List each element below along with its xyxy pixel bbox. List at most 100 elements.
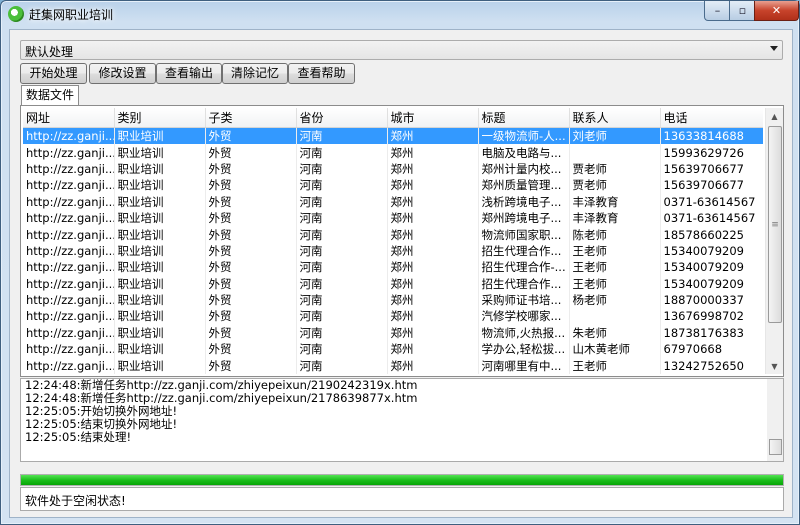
table-cell: 郑州质量管理...: [478, 177, 570, 194]
table-cell: 河南: [296, 291, 388, 309]
table-cell: 外贸: [205, 127, 297, 145]
table-cell: 外贸: [205, 357, 297, 374]
table-row[interactable]: http://zz.ganji... 职业培训 外贸 河南 郑州 郑州计量内校... 贾老师…: [23, 160, 763, 178]
table-row[interactable]: http://zz.ganji... 职业培训 外贸 河南 郑州 招生代理合作... 王老师…: [23, 242, 763, 260]
table-row[interactable]: http://zz.ganji... 职业培训 外贸 河南 郑州 一级物流师-人... 刘老…: [23, 127, 763, 145]
column-header[interactable]: 城市: [387, 108, 479, 128]
table-cell: http://zz.ganji...: [23, 193, 115, 210]
table-cell: 刘老师: [569, 127, 661, 145]
table-cell: 招生代理合作-...: [478, 259, 570, 276]
table-cell: http://zz.ganji...: [23, 242, 115, 260]
app-window: 赶集网职业培训 – ▫ ✕ 默认处理 开始处理 修改设置 查看输出 清除记忆 查…: [0, 0, 800, 525]
table-row[interactable]: http://zz.ganji... 职业培训 外贸 河南 郑州 郑州跨境电子... 丰泽教…: [23, 209, 763, 227]
table-row[interactable]: http://zz.ganji... 职业培训 外贸 河南 郑州 物流师,火热报... 朱老…: [23, 324, 763, 342]
table-row[interactable]: http://zz.ganji... 职业培训 外贸 河南 郑州 郑州质量管理... 贾老师…: [23, 177, 763, 194]
table-cell: 职业培训: [114, 160, 206, 178]
data-grid[interactable]: 网址 类别 子类 省份 城市 标题 联系人 电话 http://zz.ganji…: [23, 108, 763, 374]
log-scroll-thumb[interactable]: [769, 439, 782, 455]
table-cell: 河南: [296, 209, 388, 227]
log-line: 12:25:05:结束处理!: [25, 430, 132, 444]
table-cell: 郑州: [387, 209, 479, 227]
table-cell: 0371-63614567: [660, 193, 763, 210]
table-cell: 郑州: [387, 341, 479, 358]
table-row[interactable]: http://zz.ganji... 职业培训 外贸 河南 郑州 电脑及电路与... 159…: [23, 144, 763, 161]
table-cell: 王老师: [569, 275, 661, 292]
table-cell: 郑州: [387, 324, 479, 342]
table-cell: http://zz.ganji...: [23, 291, 115, 309]
table-cell: 汽修学校哪家...: [478, 308, 570, 325]
table-row[interactable]: http://zz.ganji... 职业培训 外贸 河南 郑州 物流师国家职... 陈老师…: [23, 226, 763, 243]
table-cell: http://zz.ganji...: [23, 209, 115, 227]
table-cell: 15639706677: [660, 177, 763, 194]
table-cell: 河南: [296, 242, 388, 260]
table-cell: 丰泽教育: [569, 193, 661, 210]
minimize-button[interactable]: –: [704, 1, 731, 21]
column-header[interactable]: 类别: [114, 108, 206, 128]
mode-select[interactable]: 默认处理: [20, 40, 783, 60]
maximize-button[interactable]: ▫: [729, 1, 756, 21]
start-button[interactable]: 开始处理: [20, 63, 87, 84]
table-cell: 王老师: [569, 242, 661, 260]
column-header[interactable]: 电话: [660, 108, 763, 128]
table-cell: 职业培训: [114, 193, 206, 210]
column-header[interactable]: 联系人: [569, 108, 661, 128]
log-output[interactable]: 12:24:48:新增任务http://zz.ganji.com/zhiyepe…: [20, 378, 784, 462]
window-title: 赶集网职业培训: [29, 8, 114, 22]
table-cell: 杨老师: [569, 291, 661, 309]
close-button[interactable]: ✕: [754, 1, 799, 21]
table-cell: http://zz.ganji...: [23, 324, 115, 342]
scroll-thumb[interactable]: ≡: [768, 126, 782, 323]
table-cell: 物流师国家职...: [478, 226, 570, 243]
table-cell: 郑州: [387, 291, 479, 309]
table-cell: 河南: [296, 127, 388, 145]
column-header[interactable]: 子类: [205, 108, 297, 128]
table-cell: 郑州跨境电子...: [478, 209, 570, 227]
table-cell: 河南: [296, 259, 388, 276]
table-cell: http://zz.ganji...: [23, 308, 115, 325]
table-cell: 河南: [296, 226, 388, 243]
column-header[interactable]: 网址: [23, 108, 115, 128]
table-row[interactable]: http://zz.ganji... 职业培训 外贸 河南 郑州 招生代理合作-... 王老…: [23, 259, 763, 276]
table-cell: 一级物流师-人...: [478, 127, 570, 145]
table-row[interactable]: http://zz.ganji... 职业培训 外贸 河南 郑州 汽修学校哪家... 136…: [23, 308, 763, 325]
table-cell: 采购师证书培...: [478, 291, 570, 309]
help-button[interactable]: 查看帮助: [288, 63, 355, 84]
scroll-down-icon[interactable]: ▼: [767, 358, 782, 374]
grid-scrollbar[interactable]: ▲ ≡ ▼: [765, 108, 783, 374]
table-row[interactable]: http://zz.ganji... 职业培训 外贸 河南 郑州 学办公,轻松拔... 山木…: [23, 341, 763, 358]
title-bar[interactable]: 赶集网职业培训 – ▫ ✕: [1, 1, 799, 27]
chevron-down-icon[interactable]: [770, 46, 778, 51]
table-cell: http://zz.ganji...: [23, 275, 115, 292]
table-cell: 外贸: [205, 324, 297, 342]
table-cell: 职业培训: [114, 275, 206, 292]
column-header[interactable]: 标题: [478, 108, 570, 128]
table-cell: 郑州: [387, 242, 479, 260]
log-line: 12:25:05:结束切换外网地址!: [25, 417, 178, 431]
table-cell: 职业培训: [114, 144, 206, 161]
table-cell: 浅析跨境电子...: [478, 193, 570, 210]
table-row[interactable]: http://zz.ganji... 职业培训 外贸 河南 郑州 招生代理合作... 王老师…: [23, 275, 763, 292]
table-cell: 郑州: [387, 193, 479, 210]
settings-button[interactable]: 修改设置: [89, 63, 156, 84]
table-row[interactable]: http://zz.ganji... 职业培训 外贸 河南 郑州 河南哪里有中... 王老师…: [23, 357, 763, 374]
table-cell: 河南哪里有中...: [478, 357, 570, 374]
table-cell: http://zz.ganji...: [23, 259, 115, 276]
table-row[interactable]: http://zz.ganji... 职业培训 外贸 河南 郑州 浅析跨境电子... 丰泽教…: [23, 193, 763, 210]
table-cell: 职业培训: [114, 291, 206, 309]
table-cell: 职业培训: [114, 324, 206, 342]
table-cell: 河南: [296, 275, 388, 292]
tab-panel: 网址 类别 子类 省份 城市 标题 联系人 电话 http://zz.ganji…: [20, 105, 784, 377]
log-scrollbar[interactable]: [767, 379, 783, 461]
table-cell: 职业培训: [114, 226, 206, 243]
view-output-button[interactable]: 查看输出: [156, 63, 222, 84]
table-cell: [569, 144, 661, 161]
progress-bar: [20, 474, 784, 486]
column-header[interactable]: 省份: [296, 108, 388, 128]
table-cell: 0371-63614567: [660, 209, 763, 227]
clear-memory-button[interactable]: 清除记忆: [222, 63, 288, 84]
tab-data-file[interactable]: 数据文件: [21, 85, 79, 105]
scroll-up-icon[interactable]: ▲: [767, 108, 782, 124]
table-row[interactable]: http://zz.ganji... 职业培训 外贸 河南 郑州 采购师证书培... 杨老师…: [23, 291, 763, 309]
table-cell: 王老师: [569, 357, 661, 374]
table-cell: 外贸: [205, 226, 297, 243]
